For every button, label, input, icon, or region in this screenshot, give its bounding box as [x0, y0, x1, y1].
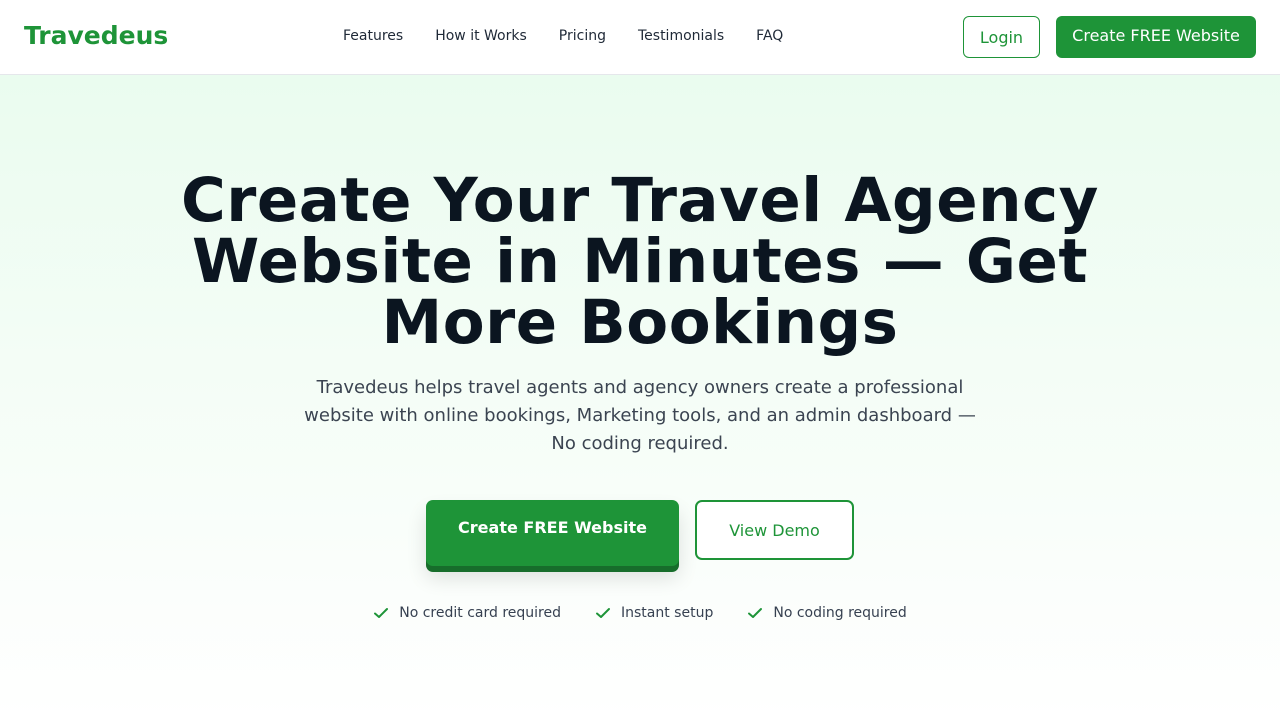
badge-instant-setup: Instant setup	[595, 605, 713, 621]
hero-section: Create Your Travel Agency Website in Min…	[0, 75, 1280, 720]
badge-label: Instant setup	[621, 605, 714, 621]
nav-link-features[interactable]: Features	[327, 24, 419, 48]
nav-link-testimonials[interactable]: Testimonials	[622, 24, 740, 48]
hero-create-website-button[interactable]: Create FREE Website	[426, 500, 679, 566]
nav-links: Features How it Works Pricing Testimonia…	[327, 24, 799, 48]
check-icon	[747, 605, 763, 621]
navbar: Travedeus Features How it Works Pricing …	[0, 0, 1280, 75]
check-icon	[595, 605, 611, 621]
login-button[interactable]: Login	[963, 16, 1040, 58]
nav-link-how-it-works[interactable]: How it Works	[419, 24, 543, 48]
badge-no-coding: No coding required	[747, 605, 907, 621]
badge-label: No coding required	[773, 605, 907, 621]
check-icon	[373, 605, 389, 621]
hero-subtitle: Travedeus helps travel agents and agency…	[304, 377, 976, 454]
feature-badges: No credit card required Instant setup No…	[0, 605, 1280, 621]
badge-label: No credit card required	[399, 605, 561, 621]
logo[interactable]: Travedeus	[24, 20, 168, 52]
nav-create-website-button[interactable]: Create FREE Website	[1056, 16, 1256, 58]
nav-link-pricing[interactable]: Pricing	[543, 24, 622, 48]
view-demo-button[interactable]: View Demo	[695, 500, 854, 560]
nav-link-faq[interactable]: FAQ	[740, 24, 799, 48]
hero-title: Create Your Travel Agency Website in Min…	[181, 165, 1099, 358]
badge-no-credit-card: No credit card required	[373, 605, 561, 621]
